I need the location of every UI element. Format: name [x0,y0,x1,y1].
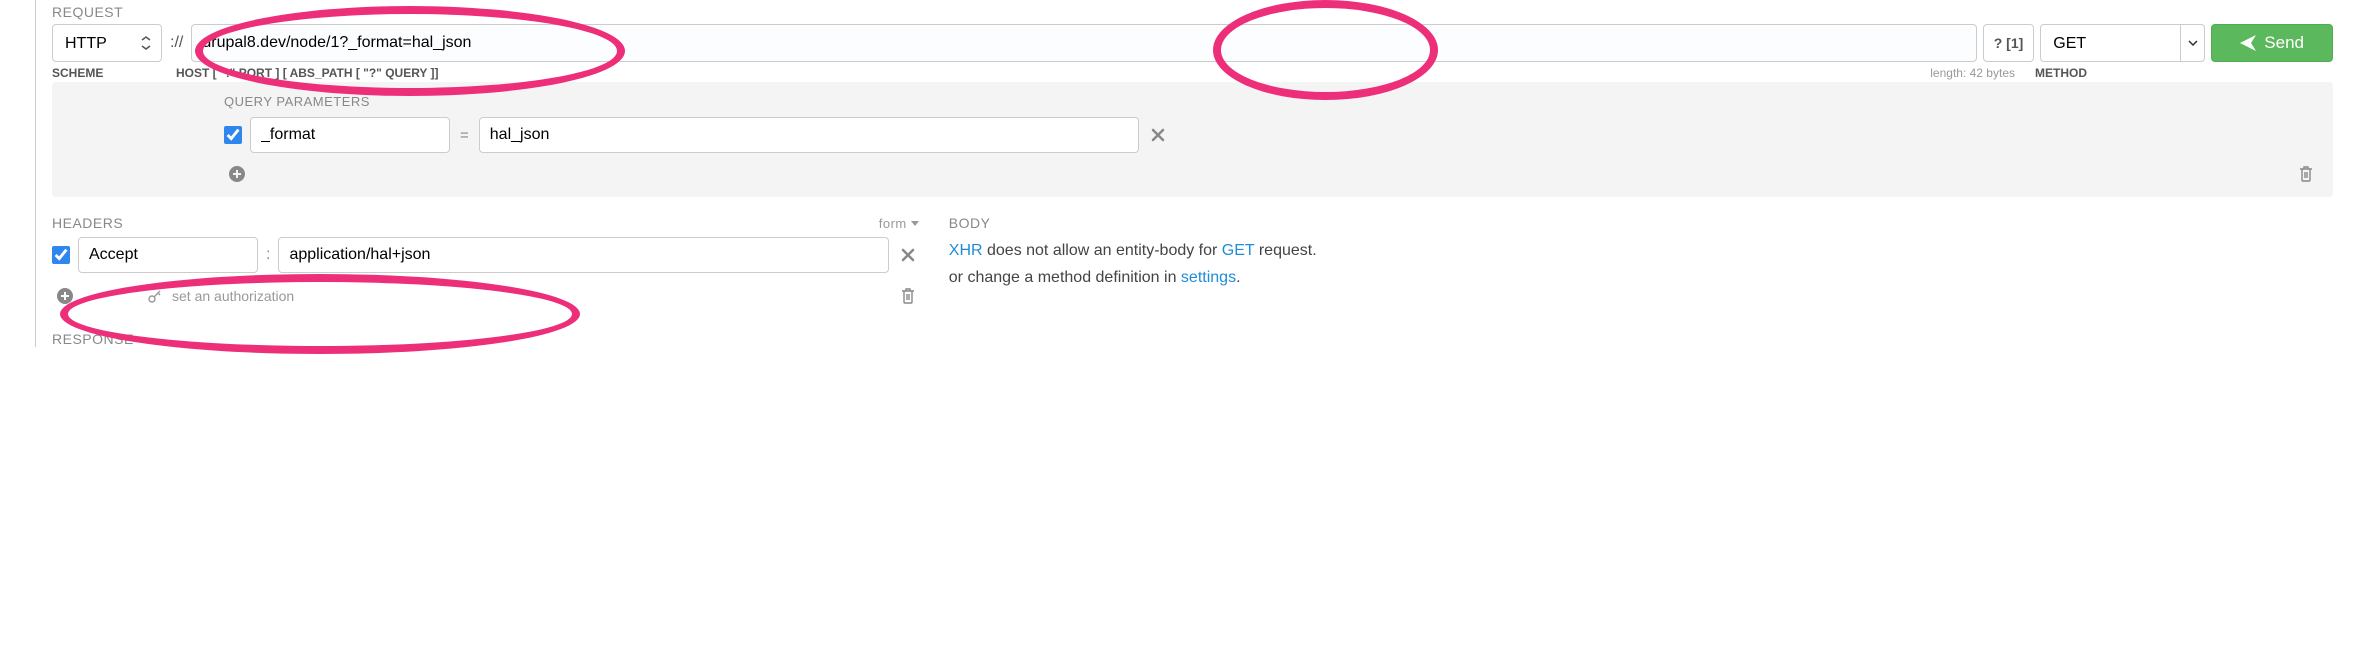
send-label: Send [2264,33,2304,53]
trash-icon [2299,166,2313,182]
plus-circle-icon [56,287,74,305]
header-key-input[interactable] [78,237,258,273]
chevron-down-icon [2180,25,2204,61]
remove-header-button[interactable] [897,244,919,266]
close-icon [901,248,915,262]
section-title-query-params: QUERY PARAMETERS [224,94,2317,109]
section-title-headers: HEADERS [52,215,123,231]
section-title-request: REQUEST [52,4,2333,20]
query-params-panel: QUERY PARAMETERS = [52,82,2333,197]
hint-button[interactable]: ? [1] [1983,24,2035,62]
chevron-down-icon [141,36,151,50]
method-select[interactable]: GET [2041,25,2180,61]
equals-sign: = [458,127,471,144]
header-row: : [52,237,919,273]
request-meta-row: SCHEME HOST [ ":" PORT ] [ ABS_PATH [ "?… [52,66,2333,80]
caret-down-icon [911,221,919,226]
scheme-select-wrap[interactable]: HTTP [52,24,162,62]
close-icon [1151,128,1165,142]
query-param-row: = [224,117,2317,153]
label-scheme: SCHEME [52,66,170,80]
query-param-value-input[interactable] [479,117,1139,153]
headers-column: HEADERS form : [52,215,919,309]
header-enable-checkbox[interactable] [52,246,70,264]
remove-param-button[interactable] [1147,124,1169,146]
query-param-enable-checkbox[interactable] [224,126,242,144]
request-row: HTTP :// ? [1] GET Se [52,24,2333,62]
xhr-link[interactable]: XHR [949,242,983,259]
method-select-wrap[interactable]: GET [2040,24,2205,62]
query-param-key-input[interactable] [250,117,450,153]
header-value-input[interactable] [278,237,888,273]
delete-all-params-button[interactable] [2295,162,2317,186]
key-icon [148,289,162,303]
url-input[interactable] [191,24,1976,62]
colon-sign: : [266,246,270,264]
add-param-button[interactable] [224,161,250,187]
settings-link[interactable]: settings [1181,269,1236,286]
method-link[interactable]: GET [1222,242,1255,259]
plus-circle-icon [228,165,246,183]
scheme-separator: :// [168,34,185,52]
trash-icon [901,288,915,304]
set-authorization-link[interactable]: set an authorization [172,288,294,304]
section-title-response: RESPONSE [52,331,2333,347]
body-message: XHR does not allow an entity-body for GE… [949,237,2333,291]
add-header-button[interactable] [52,283,78,309]
send-icon [2240,35,2256,51]
send-button[interactable]: Send [2211,24,2333,62]
label-method: METHOD [2027,66,2197,80]
section-title-body: BODY [949,215,991,231]
body-column: BODY XHR does not allow an entity-body f… [949,215,2333,309]
label-host: HOST [ ":" PORT ] [ ABS_PATH [ "?" QUERY… [176,66,439,80]
scheme-select[interactable]: HTTP [53,25,137,61]
delete-all-headers-button[interactable] [897,284,919,308]
label-length: length: 42 bytes [1930,66,2021,80]
headers-mode-toggle[interactable]: form [879,216,919,231]
